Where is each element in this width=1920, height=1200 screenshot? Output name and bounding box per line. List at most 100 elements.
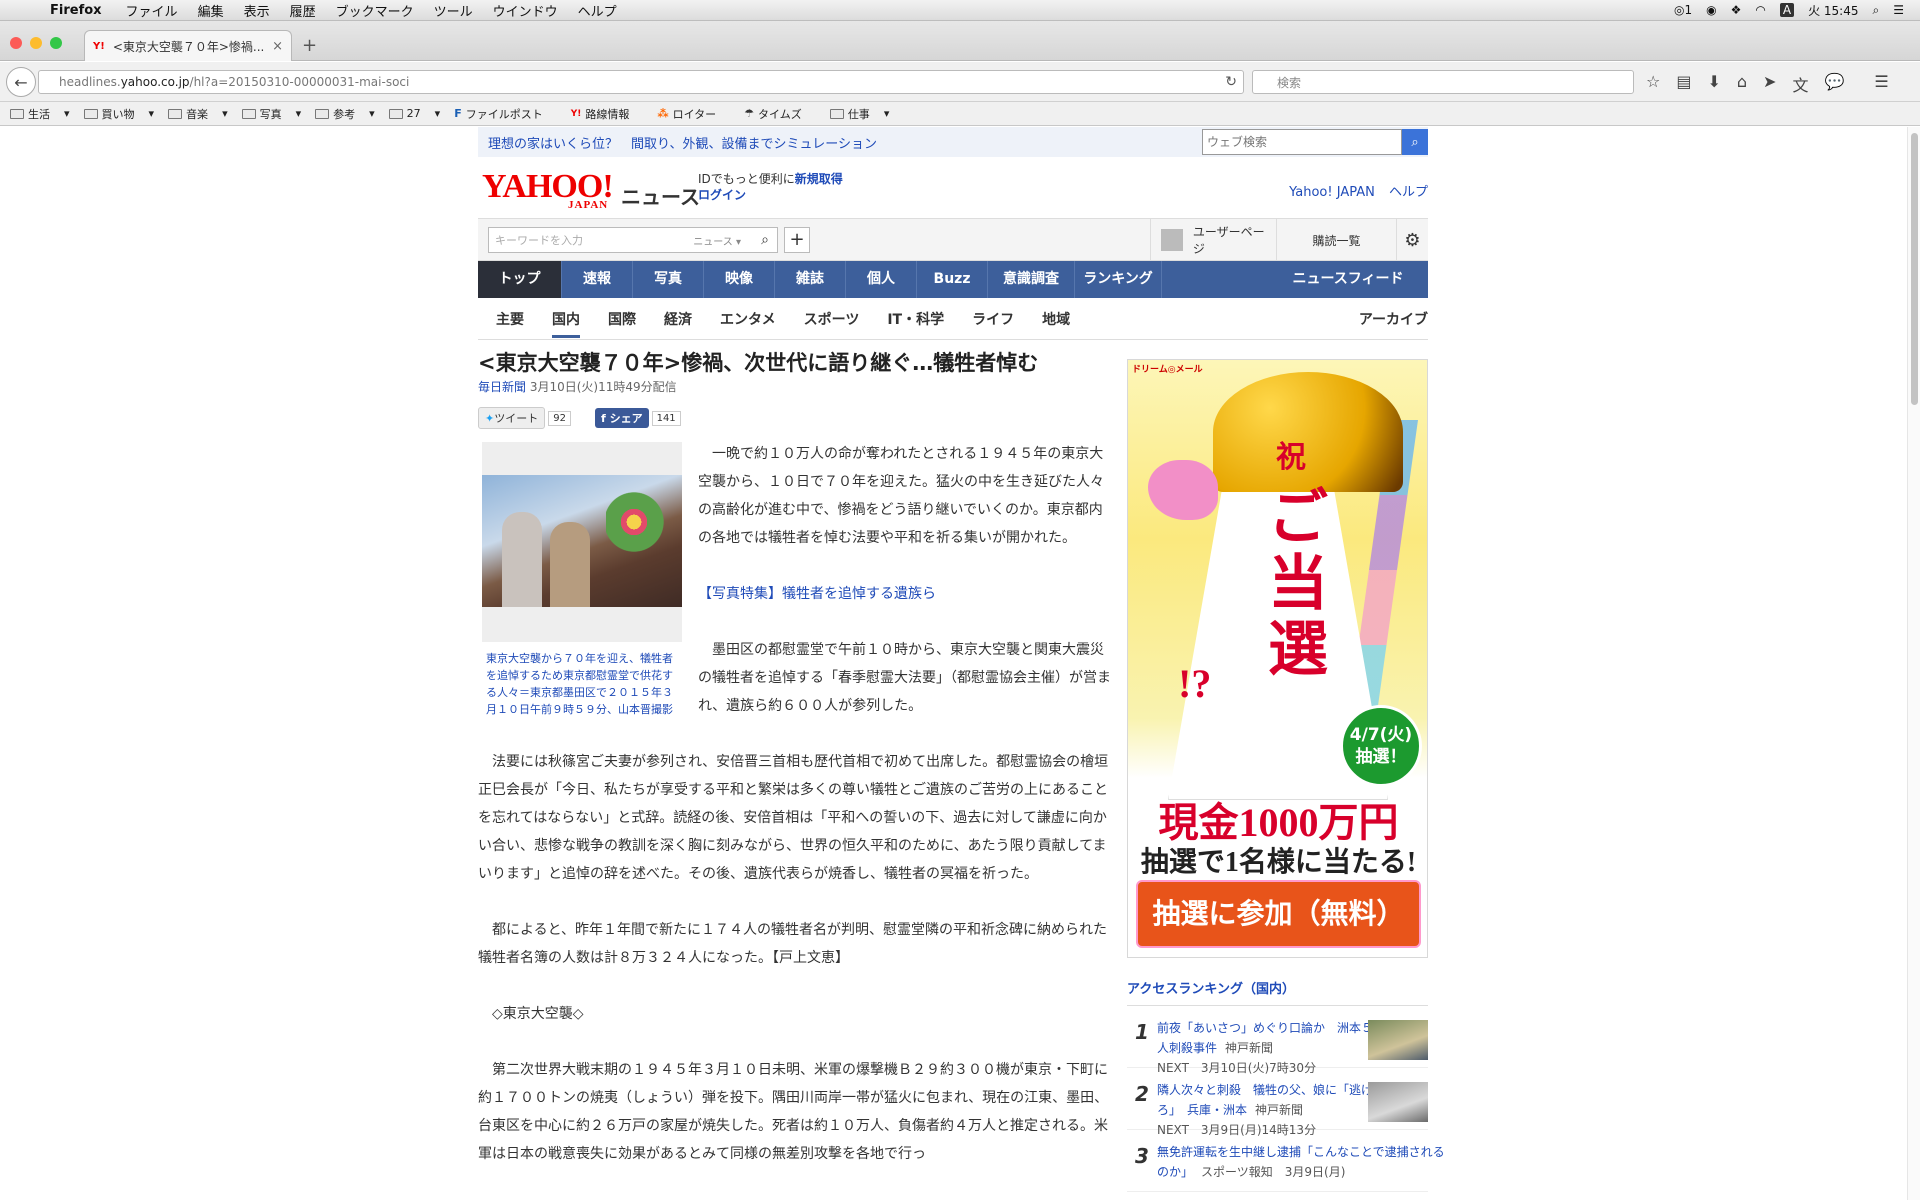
subnav-sports[interactable]: スポーツ (804, 309, 860, 329)
wifi-signal-icon[interactable]: ◠ (1755, 3, 1765, 17)
input-method-icon[interactable]: A (1779, 3, 1795, 17)
yahoo-logo[interactable]: YAHOO! JAPAN (482, 170, 614, 212)
login-link[interactable]: ログイン (698, 188, 746, 202)
home-icon[interactable]: ⌂ (1737, 72, 1747, 96)
article-body: 一晩で約１０万人の命が奪われたとされる１９４５年の東京大空襲から、１０日で７０年… (478, 440, 1111, 1168)
nav-magazine[interactable]: 雑誌 (775, 261, 846, 298)
bookmark-folder[interactable]: 写真 ▾ (241, 106, 301, 122)
back-button[interactable]: ← (6, 67, 36, 97)
menu-history[interactable]: 履歴 (290, 1, 316, 20)
bookmark-link[interactable]: Y! 路線情報 (571, 106, 644, 122)
wifi-icon[interactable]: ◉ (1706, 3, 1716, 17)
menu-app-name[interactable]: Firefox (50, 3, 102, 18)
nav-video[interactable]: 映像 (704, 261, 775, 298)
send-icon[interactable]: ➤ (1763, 72, 1776, 96)
ranking-item[interactable]: 1 前夜「あいさつ」めぐり口論か 洲本５人刺殺事件 神戸新聞 NEXT 3月10日… (1127, 1006, 1428, 1075)
rank-thumbnail[interactable] (1368, 1020, 1428, 1060)
menu-edit[interactable]: 編集 (198, 1, 224, 20)
tweet-button[interactable]: ✦ツイート (478, 407, 546, 429)
help-link[interactable]: ヘルプ (1389, 185, 1428, 200)
bookmark-folder[interactable]: 27 ▾ (388, 107, 440, 120)
dropbox-icon[interactable]: ❖ (1731, 3, 1742, 17)
browser-tab[interactable]: Y! <東京大空襲７０年>惨禍... × (84, 30, 292, 61)
nav-ranking[interactable]: ランキング (1075, 261, 1162, 298)
keyword-search-input[interactable]: キーワードを入力 ニュース ▾ ⌕ (488, 227, 778, 253)
chat-icon[interactable]: 💬 (1824, 72, 1844, 96)
archive-link[interactable]: アーカイブ (1359, 309, 1428, 329)
menu-file[interactable]: ファイル (126, 1, 178, 20)
user-page-link[interactable]: ユーザーページ (1150, 219, 1276, 261)
nav-top[interactable]: トップ (478, 261, 562, 298)
promo-link[interactable]: 理想の家はいくら位？ 間取り、外観、設備までシミュレーション (488, 133, 877, 152)
minimize-window-icon[interactable] (30, 37, 42, 49)
yahoo-japan-link[interactable]: Yahoo! JAPAN (1289, 185, 1375, 200)
nav-individual[interactable]: 個人 (846, 261, 917, 298)
creative-cloud-icon[interactable]: ◎1 (1674, 3, 1692, 17)
subnav-entertainment[interactable]: エンタメ (720, 309, 776, 329)
menu-hamburger-icon[interactable]: ☰ (1874, 72, 1888, 96)
scope-dropdown[interactable]: ニュース ▾ (693, 233, 741, 248)
nav-photos[interactable]: 写真 (633, 261, 704, 298)
menu-view[interactable]: 表示 (244, 1, 270, 20)
new-tab-icon[interactable]: + (302, 35, 317, 56)
subnav-international[interactable]: 国際 (608, 309, 636, 329)
photo-feature-link[interactable]: 【写真特集】犠牲者を追悼する遺族ら (698, 586, 936, 602)
bookmark-folder[interactable]: 買い物 ▾ (83, 106, 154, 122)
bookmark-folder[interactable]: 音楽 ▾ (168, 106, 228, 122)
signup-link[interactable]: 新規取得 (795, 172, 843, 186)
bookmark-folder[interactable]: 生活 ▾ (10, 106, 70, 122)
menu-bookmarks[interactable]: ブックマーク (336, 1, 414, 20)
subnav-domestic[interactable]: 国内 (552, 309, 580, 338)
ad-cta-button[interactable]: 抽選に参加（無料） (1136, 880, 1421, 948)
nav-breaking[interactable]: 速報 (562, 261, 633, 298)
subnav-main[interactable]: 主要 (496, 309, 524, 329)
share-button[interactable]: f シェア (594, 408, 649, 428)
nav-survey[interactable]: 意識調査 (988, 261, 1075, 298)
subnav-local[interactable]: 地域 (1042, 309, 1070, 329)
bookmark-folder[interactable]: 仕事 ▾ (829, 106, 889, 122)
translate-icon[interactable]: 文 (1792, 72, 1808, 96)
section-name[interactable]: ニュース (621, 181, 700, 210)
web-search-input[interactable] (1202, 129, 1402, 155)
spotlight-icon[interactable]: ⌕ (1873, 3, 1880, 18)
web-search-button[interactable]: ⌕ (1402, 129, 1428, 155)
settings-gear-icon[interactable]: ⚙ (1396, 219, 1428, 261)
nav-newsfeed[interactable]: ニュースフィード (1268, 261, 1428, 298)
reload-icon[interactable]: ↻ (1225, 74, 1237, 90)
notification-center-icon[interactable]: ☰ (1893, 3, 1904, 17)
subnav-it-science[interactable]: IT・科学 (887, 309, 944, 329)
nav-buzz[interactable]: Buzz (917, 261, 988, 298)
url-bar[interactable]: headlines. yahoo.co.jp/hl?a=20150310-0000… (38, 70, 1244, 94)
close-window-icon[interactable] (10, 37, 22, 49)
ranking-heading[interactable]: アクセスランキング（国内） (1127, 978, 1428, 1006)
subnav-life[interactable]: ライフ (972, 309, 1014, 329)
article-source-link[interactable]: 毎日新聞 (478, 380, 526, 394)
scrollbar-thumb[interactable] (1911, 133, 1918, 405)
ranking-item[interactable]: 3 無免許運転を生中継し逮捕「こんなことで逮捕されるのか」 スポーツ報知 3月9日… (1127, 1130, 1445, 1192)
reading-list-icon[interactable]: ▤ (1676, 72, 1691, 96)
bookmark-link[interactable]: F ファイルポスト (454, 106, 557, 122)
tool-row: キーワードを入力 ニュース ▾ ⌕ + ユーザーページ 購読一覧 ⚙ (478, 219, 1428, 261)
close-tab-icon[interactable]: × (272, 39, 283, 54)
bookmark-link[interactable]: ☂ タイムズ (744, 106, 816, 122)
folder-icon (241, 108, 256, 119)
search-icon[interactable]: ⌕ (761, 232, 769, 248)
rank-thumbnail[interactable] (1368, 1082, 1428, 1122)
clock[interactable]: 火 15:45 (1808, 2, 1858, 19)
subnav-economy[interactable]: 経済 (664, 309, 692, 329)
menu-window[interactable]: ウインドウ (493, 1, 558, 20)
add-button[interactable]: + (784, 227, 810, 253)
bookmark-star-icon[interactable]: ☆ (1646, 72, 1660, 96)
browser-search-field[interactable]: 検索 (1252, 70, 1634, 94)
ranking-item[interactable]: 2 隣人次々と刺殺 犠牲の父、娘に「逃げろ」 兵庫・洲本 神戸新聞 NEXT 3月… (1127, 1068, 1428, 1137)
ad-banner[interactable]: ドリーム◎メール 祝 ご当選 !? 4/7(火)抽選！ 現金1000万円 抽選で… (1127, 359, 1428, 958)
menu-help[interactable]: ヘルプ (578, 1, 617, 20)
zoom-window-icon[interactable] (50, 37, 62, 49)
page-scrollbar[interactable] (1907, 127, 1920, 1200)
bookmark-folder[interactable]: 参考 ▾ (315, 106, 375, 122)
menu-tools[interactable]: ツール (434, 1, 473, 20)
download-icon[interactable]: ⬇ (1707, 72, 1720, 96)
subscriptions-link[interactable]: 購読一覧 (1276, 219, 1396, 261)
os-menu-bar: Firefox ファイル 編集 表示 履歴 ブックマーク ツール ウインドウ ヘ… (0, 0, 1920, 21)
bookmark-link[interactable]: ⁂ ロイター (657, 106, 730, 122)
